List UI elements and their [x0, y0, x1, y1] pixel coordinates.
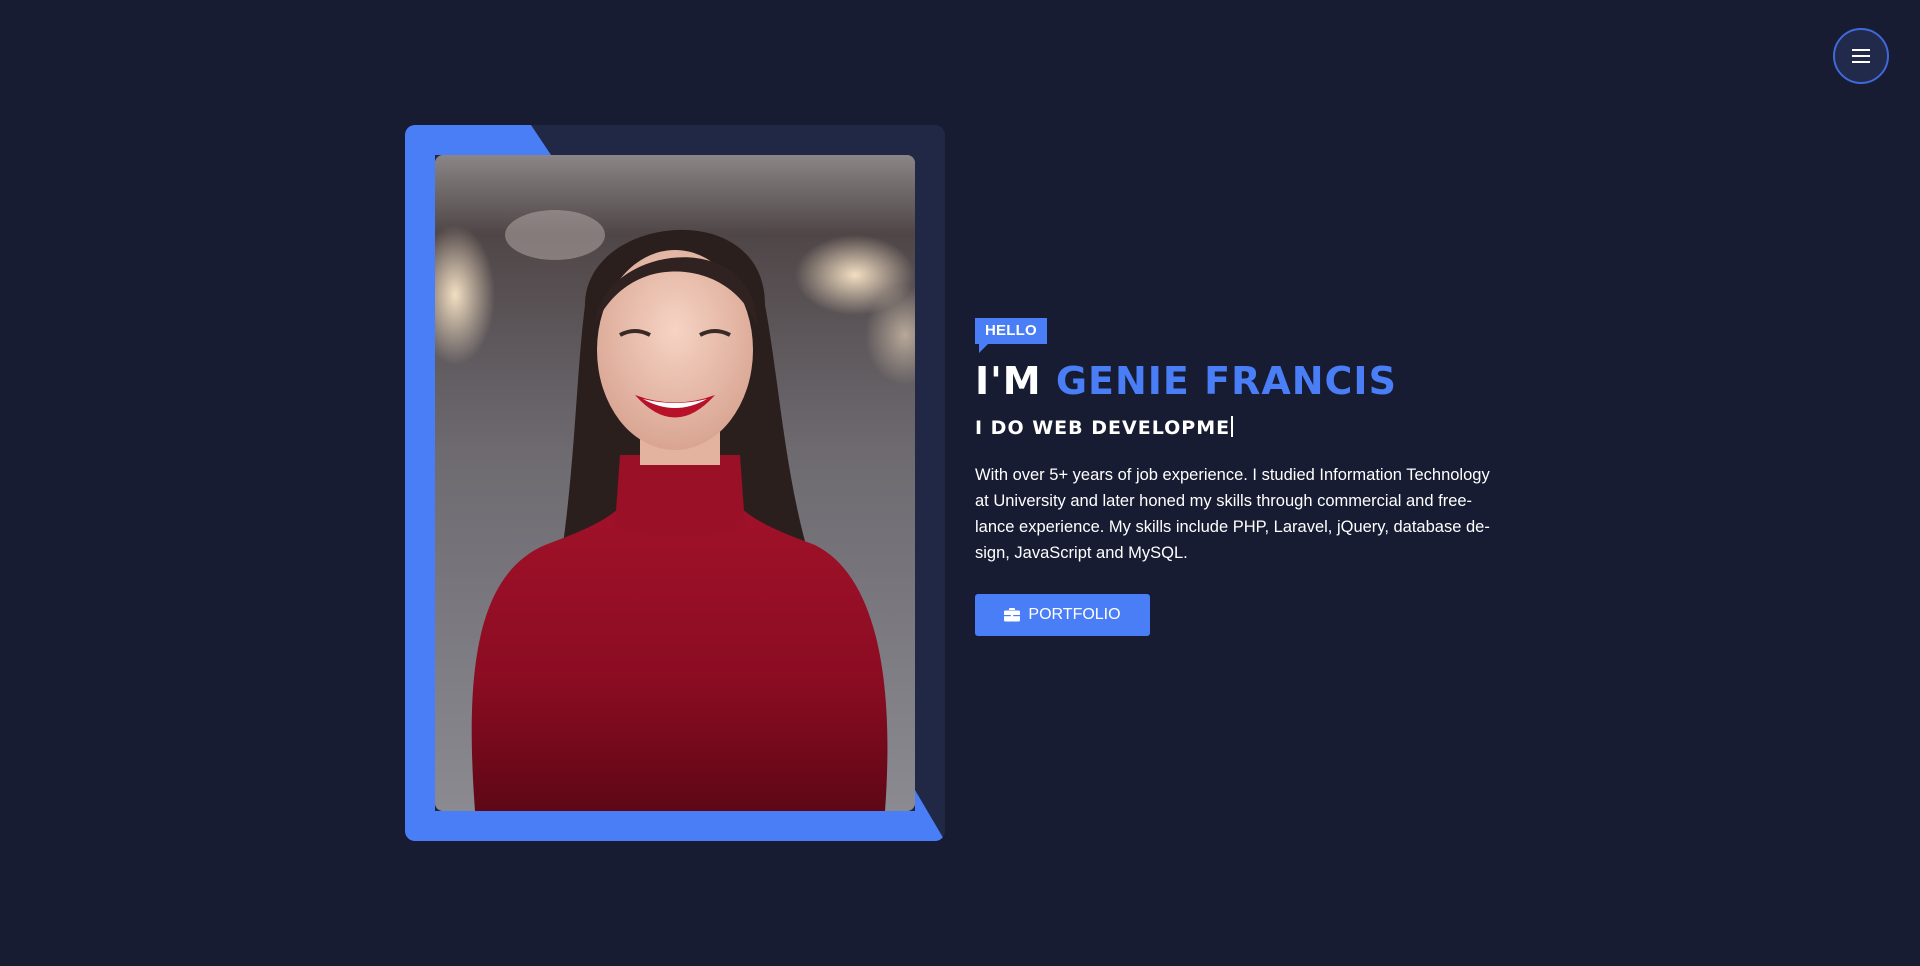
- hamburger-menu-icon: [1852, 49, 1870, 63]
- typed-subtitle: I DO WEB DEVELOPME: [975, 414, 1515, 442]
- profile-card: [405, 125, 945, 841]
- typed-text: I DO WEB DEVELOPME: [975, 417, 1231, 439]
- hero-page: HELLO I'M GENIE FRANCIS I DO WEB DEVELOP…: [0, 0, 1920, 966]
- hello-badge: HELLO: [975, 318, 1047, 353]
- briefcase-icon: [1004, 608, 1021, 622]
- portfolio-button[interactable]: PORTFOLIO: [975, 594, 1150, 636]
- typing-caret: [1231, 416, 1234, 437]
- profile-photo: [435, 155, 915, 811]
- title-prefix: I'M: [975, 359, 1042, 403]
- bio-text: With over 5+ years of job experience. I …: [975, 466, 1490, 562]
- hero-title: I'M GENIE FRANCIS: [975, 358, 1515, 404]
- intro-section: HELLO I'M GENIE FRANCIS I DO WEB DEVELOP…: [975, 318, 1515, 636]
- hero-name: GENIE FRANCIS: [1055, 359, 1397, 403]
- portfolio-button-label: PORTFOLIO: [1028, 606, 1121, 623]
- menu-button[interactable]: [1833, 28, 1889, 84]
